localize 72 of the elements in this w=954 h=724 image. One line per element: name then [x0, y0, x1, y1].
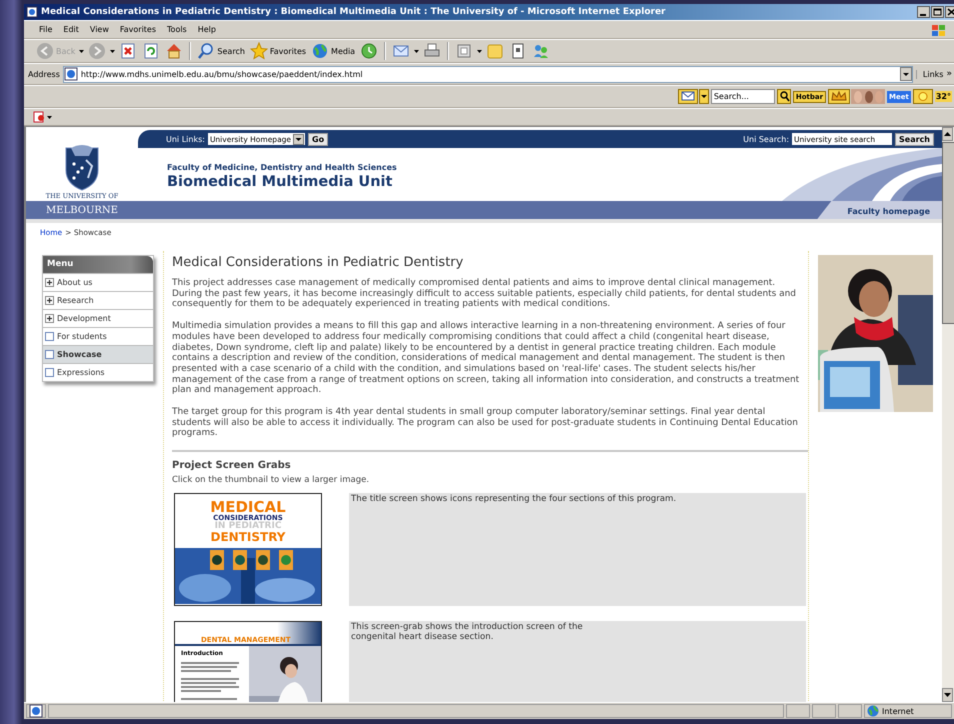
dropdown-icon[interactable] — [293, 134, 304, 144]
menu-item[interactable]: Help — [192, 25, 221, 34]
refresh-icon — [142, 42, 160, 60]
dropdown-icon[interactable] — [900, 67, 912, 81]
menu-item[interactable]: Tools — [162, 25, 192, 34]
logo-text: MELBOURNE — [45, 204, 119, 216]
status-pane — [838, 704, 862, 718]
house-icon — [165, 42, 184, 60]
star-icon — [250, 42, 268, 60]
windows-flag-icon — [930, 22, 948, 36]
search-icon[interactable] — [776, 89, 791, 104]
uni-links-label: Uni Links: — [166, 134, 205, 144]
favorites-button[interactable]: Favorites — [248, 41, 308, 61]
media-button[interactable]: Media — [309, 41, 358, 61]
go-button[interactable]: Go — [308, 132, 328, 146]
sun-icon[interactable] — [912, 89, 933, 104]
links-button[interactable]: Links — [916, 70, 944, 78]
status-pane: Internet — [864, 704, 952, 718]
globe-icon — [311, 42, 330, 60]
thumbnail-title: DENTISTRY — [210, 530, 286, 543]
paragraph: Multimedia simulation provides a means to fill this gap and allows interactive learning in a non-threatening environment. A series of four modules have been developed to address four medically compromising conditions that could affect a child (congenital heart disease, diabetes, Down syndrome, cleft lip and palate) likely to be encountered by a dentist in general practice treating children. Each module contains a description and review of the condition, considerations of medical management and dental management. The student is then presented with a case scenario of a child with the condition, and simulations based on 'real-life' cases. The student selects his/her management of the case from a range of treatment options on screen, taking all information into consideration, and constructs a treatment plan and management approach. — [172, 321, 800, 396]
search-field[interactable]: Search... — [710, 89, 775, 104]
page-icon — [64, 67, 78, 81]
section-heading: Project Screen Grabs — [172, 460, 292, 472]
screen-grab-caption: This screen-grab shows the introduction screen of the congenital heart disease section. — [349, 621, 806, 702]
search-button[interactable]: Search — [195, 41, 247, 61]
menu-item[interactable]: For students — [43, 327, 153, 345]
menu-item[interactable]: File — [34, 25, 58, 34]
text-lines-drawing — [181, 660, 241, 702]
menu-item[interactable]: Expressions — [43, 363, 153, 381]
history-icon — [360, 42, 378, 60]
address-label: Address — [28, 70, 60, 78]
crown-icon[interactable] — [828, 89, 850, 104]
scrollbar[interactable] — [942, 127, 954, 702]
page-icon — [26, 6, 38, 18]
thumbnail-title: MEDICAL — [210, 500, 286, 515]
folder-icon — [486, 42, 504, 60]
menu-item[interactable]: Edit — [58, 25, 84, 34]
faculty-name: Faculty of Medicine, Dentistry and Health Sciences — [167, 163, 397, 172]
maximize-icon[interactable] — [931, 6, 944, 18]
menu-item[interactable]: Development — [43, 309, 153, 327]
status-pane — [786, 704, 810, 718]
envelope-icon[interactable] — [678, 89, 698, 104]
menu-title: Menu — [43, 256, 153, 273]
minimize-icon[interactable] — [917, 6, 930, 18]
menu-item[interactable]: View — [84, 25, 114, 34]
faculty-homepage-link[interactable]: Faculty homepage — [817, 201, 942, 219]
page-heading: Medical Considerations in Pediatric Dentistry — [172, 255, 464, 270]
uni-search-label: Uni Search: — [743, 134, 790, 144]
more-links-button[interactable]: » — [946, 69, 954, 79]
screen-grab-caption: The title screen shows icons representing the four sections of this program. — [349, 493, 806, 606]
section-hint: Click on the thumbnail to view a larger image. — [172, 475, 370, 486]
caret-icon[interactable] — [698, 89, 709, 104]
status-pane — [812, 704, 836, 718]
people-icon — [532, 42, 550, 60]
temperature-label: 32° — [934, 91, 952, 102]
scroll-up-icon[interactable] — [942, 127, 953, 141]
menu-item[interactable]: Showcase — [43, 345, 153, 363]
page-icon — [455, 42, 474, 60]
search-button[interactable]: Search — [895, 132, 934, 146]
menu-item[interactable]: Research — [43, 291, 153, 309]
scroll-down-icon[interactable] — [942, 688, 953, 702]
window-title: Medical Considerations in Pediatric Dentistry : Biomedical Multimedia Unit : The University of - Microsoft Internet Explorer — [41, 7, 666, 17]
stop-icon — [119, 42, 138, 60]
paragraph: This project addresses case management of medically compromised dental patients and aims to improve dental clinical management. During the past few years, it has become increasingly difficult to access suitable patients, especially child patients, for dental students and consequently for them to be adequately experienced in treating patients with medical conditions. — [172, 278, 797, 310]
globe-icon — [867, 705, 879, 717]
paragraph: The target group for this program is 4th year dental students in small group computer laboratory/seminar settings. Final year dental students will also be able to access it individually. The program can also be used for post-graduate students in Continuing Dental Education programs. — [172, 407, 799, 440]
menu-item[interactable]: Favorites — [114, 25, 162, 34]
search-icon — [197, 42, 216, 60]
address-field[interactable]: http://www.mdhs.unimelb.edu.au/bmu/showcase/paeddent/index.html — [62, 66, 913, 82]
menu-item[interactable]: About us — [43, 273, 153, 291]
unit-name: Biomedical Multimedia Unit — [167, 174, 394, 190]
